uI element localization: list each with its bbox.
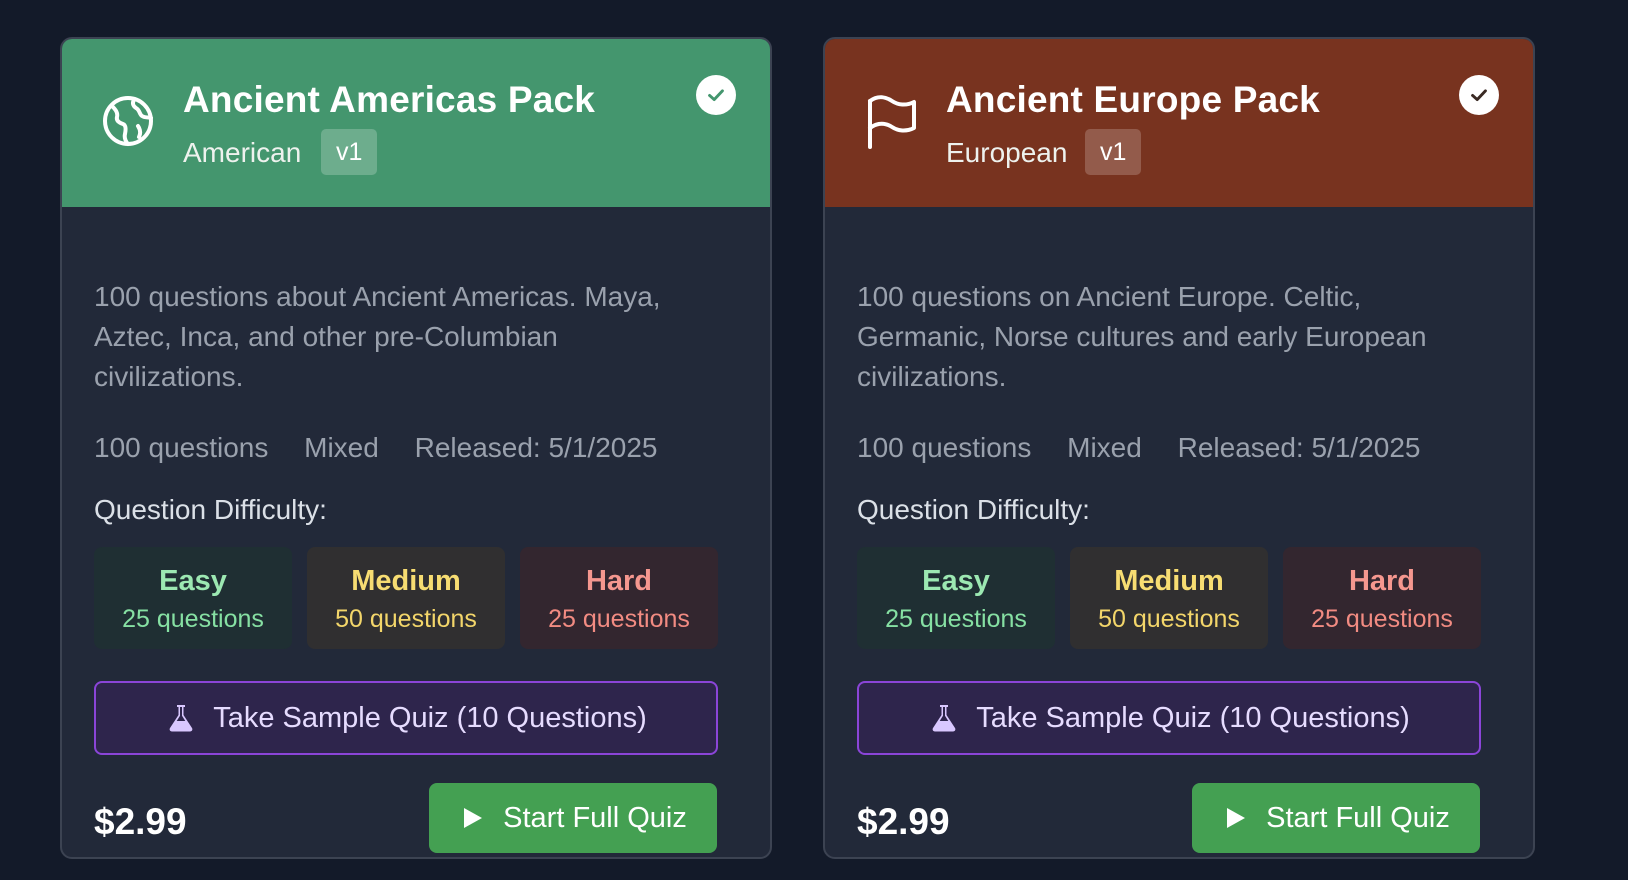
- difficulty-breakdown: Easy 25 questions Medium 50 questions Ha…: [94, 547, 718, 649]
- difficulty-medium: Medium 50 questions: [1070, 547, 1268, 649]
- flask-icon: [169, 705, 193, 732]
- difficulty-hard: Hard 25 questions: [520, 547, 718, 649]
- release-date: Released: 5/1/2025: [1177, 432, 1421, 463]
- flag-icon: [861, 91, 921, 151]
- selected-check-icon[interactable]: [696, 75, 736, 115]
- pack-meta: 100 questions Mixed Released: 5/1/2025: [94, 432, 685, 464]
- question-count: 100 questions: [94, 432, 269, 463]
- difficulty-name: Easy: [159, 565, 227, 597]
- sample-quiz-label: Take Sample Quiz (10 Questions): [213, 701, 647, 734]
- pack-description: 100 questions about Ancient Americas. Ma…: [94, 281, 661, 392]
- pack-card-americas[interactable]: Ancient Americas Pack American v1 100 qu…: [60, 37, 772, 859]
- globe-icon: [98, 91, 158, 151]
- selected-check-icon[interactable]: [1459, 75, 1499, 115]
- difficulty-breakdown: Easy 25 questions Medium 50 questions Ha…: [857, 547, 1481, 649]
- start-full-quiz-button[interactable]: Start Full Quiz: [1192, 783, 1480, 853]
- difficulty-count: 25 questions: [122, 605, 264, 633]
- play-icon: [464, 808, 483, 828]
- difficulty-name: Medium: [1114, 565, 1224, 597]
- sample-quiz-label: Take Sample Quiz (10 Questions): [976, 701, 1410, 734]
- version-badge: v1: [1085, 129, 1142, 175]
- pack-region: European: [946, 137, 1068, 168]
- release-date: Released: 5/1/2025: [414, 432, 658, 463]
- difficulty-count: 50 questions: [1098, 605, 1240, 633]
- difficulty-name: Easy: [922, 565, 990, 597]
- difficulty-medium: Medium 50 questions: [307, 547, 505, 649]
- play-icon: [1227, 808, 1246, 828]
- difficulty-name: Hard: [585, 565, 653, 597]
- sample-quiz-button[interactable]: Take Sample Quiz (10 Questions): [857, 681, 1481, 755]
- difficulty-count: 25 questions: [548, 605, 690, 633]
- difficulty-mix: Mixed: [1067, 432, 1142, 463]
- difficulty-count: 25 questions: [1311, 605, 1453, 633]
- pack-header: Ancient Americas Pack American v1: [62, 39, 770, 207]
- start-quiz-label: Start Full Quiz: [503, 801, 687, 834]
- question-count: 100 questions: [857, 432, 1032, 463]
- version-badge: v1: [321, 129, 378, 175]
- pack-price: $2.99: [94, 801, 187, 842]
- difficulty-easy: Easy 25 questions: [857, 547, 1055, 649]
- difficulty-easy: Easy 25 questions: [94, 547, 292, 649]
- pack-card-europe[interactable]: Ancient Europe Pack European v1 100 ques…: [823, 37, 1535, 859]
- sample-quiz-button[interactable]: Take Sample Quiz (10 Questions): [94, 681, 718, 755]
- pack-header: Ancient Europe Pack European v1: [825, 39, 1533, 207]
- pack-title: Ancient Americas Pack: [183, 79, 596, 120]
- difficulty-name: Medium: [351, 565, 461, 597]
- difficulty-mix: Mixed: [304, 432, 379, 463]
- pack-meta: 100 questions Mixed Released: 5/1/2025: [857, 432, 1448, 464]
- pack-title: Ancient Europe Pack: [946, 79, 1320, 120]
- pack-description: 100 questions on Ancient Europe. Celtic,…: [857, 281, 1427, 392]
- pack-grid: Ancient Americas Pack American v1 100 qu…: [0, 0, 1628, 880]
- pack-price: $2.99: [857, 801, 950, 842]
- difficulty-heading: Question Difficulty:: [857, 494, 1090, 525]
- flask-icon: [932, 705, 956, 732]
- difficulty-heading: Question Difficulty:: [94, 494, 327, 525]
- difficulty-hard: Hard 25 questions: [1283, 547, 1481, 649]
- difficulty-count: 25 questions: [885, 605, 1027, 633]
- difficulty-name: Hard: [1348, 565, 1416, 597]
- start-full-quiz-button[interactable]: Start Full Quiz: [429, 783, 717, 853]
- difficulty-count: 50 questions: [335, 605, 477, 633]
- pack-region: American: [183, 137, 302, 168]
- start-quiz-label: Start Full Quiz: [1266, 801, 1450, 834]
